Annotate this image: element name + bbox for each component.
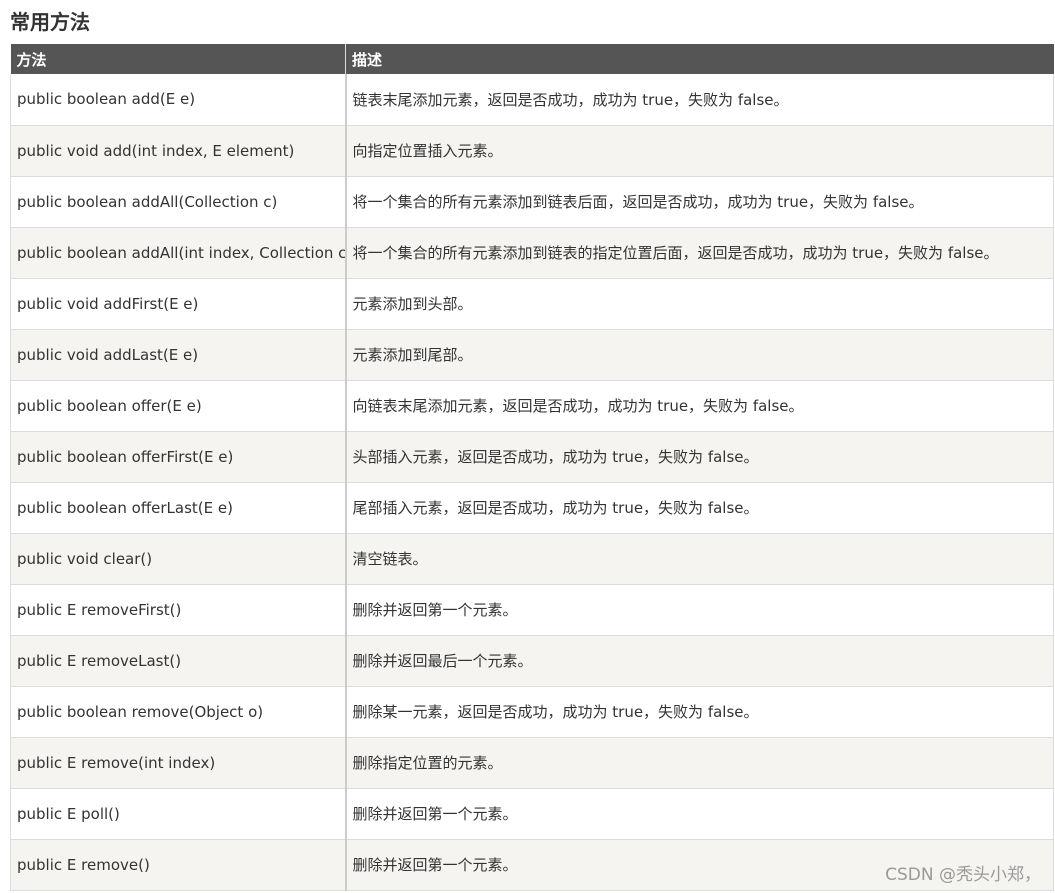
header-method: 方法 [10, 44, 346, 74]
table-row: public boolean addAll(int index, Collect… [10, 227, 1054, 279]
table-row: public void add(int index, E element) 向指… [10, 125, 1054, 177]
description-cell: 删除指定位置的元素。 [345, 737, 1054, 789]
method-cell: public E removeLast() [10, 635, 347, 687]
table-body: public boolean add(E e) 链表末尾添加元素，返回是否成功，… [10, 74, 1054, 891]
table-row: public E remove(int index) 删除指定位置的元素。 [10, 737, 1054, 789]
method-cell: public E remove() [10, 839, 347, 891]
methods-table: 方法 描述 public boolean add(E e) 链表末尾添加元素，返… [10, 44, 1054, 891]
method-cell: public boolean offer(E e) [10, 380, 347, 432]
description-cell: 向指定位置插入元素。 [345, 125, 1054, 177]
description-cell: 清空链表。 [345, 533, 1054, 585]
table-row: public boolean remove(Object o) 删除某一元素，返… [10, 686, 1054, 738]
description-cell: 链表末尾添加元素，返回是否成功，成功为 true，失败为 false。 [345, 74, 1054, 126]
method-cell: public boolean remove(Object o) [10, 686, 347, 738]
method-cell: public boolean addAll(int index, Collect… [10, 227, 347, 279]
description-cell: 尾部插入元素，返回是否成功，成功为 true，失败为 false。 [345, 482, 1054, 534]
table-row: public boolean offer(E e) 向链表末尾添加元素，返回是否… [10, 380, 1054, 432]
table-header: 方法 描述 [10, 44, 1054, 74]
header-row: 方法 描述 [10, 44, 1054, 74]
table-row: public E removeFirst() 删除并返回第一个元素。 [10, 584, 1054, 636]
description-cell: 删除某一元素，返回是否成功，成功为 true，失败为 false。 [345, 686, 1054, 738]
description-cell: 将一个集合的所有元素添加到链表后面，返回是否成功，成功为 true，失败为 fa… [345, 176, 1054, 228]
watermark: CSDN @秃头小郑， [885, 865, 1041, 885]
method-cell: public boolean add(E e) [10, 74, 347, 126]
description-cell: 删除并返回最后一个元素。 [345, 635, 1054, 687]
description-cell: 将一个集合的所有元素添加到链表的指定位置后面，返回是否成功，成功为 true，失… [345, 227, 1054, 279]
description-cell: 元素添加到尾部。 [345, 329, 1054, 381]
header-description: 描述 [352, 50, 383, 69]
method-cell: public void clear() [10, 533, 347, 585]
method-cell: public boolean offerLast(E e) [10, 482, 347, 534]
description-cell: 删除并返回第一个元素。 [345, 788, 1054, 840]
method-cell: public E removeFirst() [10, 584, 347, 636]
description-cell: 头部插入元素，返回是否成功，成功为 true，失败为 false。 [345, 431, 1054, 483]
method-cell: public E poll() [10, 788, 347, 840]
table-row: public void addLast(E e) 元素添加到尾部。 [10, 329, 1054, 381]
table-row: public void addFirst(E e) 元素添加到头部。 [10, 278, 1054, 330]
page-title: 常用方法 [10, 10, 90, 34]
description-cell: 元素添加到头部。 [345, 278, 1054, 330]
method-cell: public boolean offerFirst(E e) [10, 431, 347, 483]
table-row: public boolean add(E e) 链表末尾添加元素，返回是否成功，… [10, 74, 1054, 126]
method-cell: public void addLast(E e) [10, 329, 347, 381]
table-row: public boolean offerFirst(E e) 头部插入元素，返回… [10, 431, 1054, 483]
description-cell: 向链表末尾添加元素，返回是否成功，成功为 true，失败为 false。 [345, 380, 1054, 432]
table-row: public boolean addAll(Collection c) 将一个集… [10, 176, 1054, 228]
table-row: public void clear() 清空链表。 [10, 533, 1054, 585]
table-row: public E removeLast() 删除并返回最后一个元素。 [10, 635, 1054, 687]
method-cell: public E remove(int index) [10, 737, 347, 789]
method-cell: public void addFirst(E e) [10, 278, 347, 330]
description-cell: 删除并返回第一个元素。 [345, 584, 1054, 636]
method-cell: public void add(int index, E element) [10, 125, 347, 177]
method-cell: public boolean addAll(Collection c) [10, 176, 347, 228]
table-row: public E poll() 删除并返回第一个元素。 [10, 788, 1054, 840]
table-row: public boolean offerLast(E e) 尾部插入元素，返回是… [10, 482, 1054, 534]
